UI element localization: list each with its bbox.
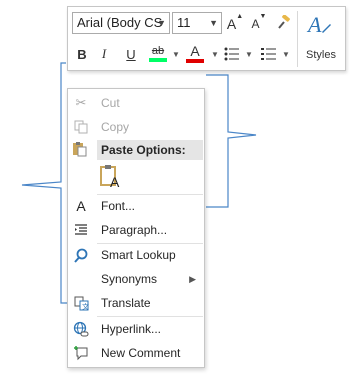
svg-text:文: 文: [82, 302, 89, 311]
styles-icon: A: [306, 12, 331, 37]
menu-item-paragraph[interactable]: Paragraph...: [68, 219, 204, 241]
menu-item-label: Copy: [101, 120, 130, 134]
font-size-value: 11: [177, 15, 191, 30]
format-painter-icon: [278, 15, 290, 29]
search-icon: [72, 246, 90, 264]
bold-icon: B: [77, 46, 87, 62]
menu-item-cut[interactable]: ✂ Cut: [68, 92, 204, 114]
font-name-combo[interactable]: Arial (Body CS ▼: [72, 12, 170, 34]
menu-item-new-comment[interactable]: New Comment: [68, 342, 204, 364]
chevron-down-icon: ▼: [245, 49, 253, 59]
scissors-icon: ✂: [75, 95, 87, 110]
shrink-font-icon: A: [251, 17, 260, 31]
menu-item-label: Hyperlink...: [101, 322, 162, 336]
format-painter-button[interactable]: [274, 12, 294, 34]
context-menu: ✂ Cut Copy Paste Options: A A Font... Pa…: [67, 88, 205, 368]
styles-label: Styles: [306, 49, 336, 61]
menu-item-font[interactable]: A Font...: [68, 195, 204, 217]
menu-separator: [97, 316, 203, 317]
right-bracket: [206, 74, 257, 208]
bold-button[interactable]: B: [74, 43, 90, 65]
italic-button[interactable]: I: [96, 43, 112, 65]
submenu-arrow-icon: ▶: [189, 273, 196, 284]
menu-item-label: Synonyms: [101, 272, 158, 286]
menu-item-smart-lookup[interactable]: Smart Lookup: [68, 244, 204, 266]
menu-item-label: Font...: [101, 199, 136, 213]
menu-item-copy[interactable]: Copy: [68, 116, 204, 138]
numbering-dropdown[interactable]: ▼: [280, 43, 290, 65]
mini-toolbar: Arial (Body CS ▼ 11 ▼ A ▲ A ▼ A Styles B I…: [67, 6, 346, 71]
menu-item-label: Smart Lookup: [101, 248, 176, 262]
chevron-down-icon[interactable]: ▼: [157, 13, 166, 33]
comment-icon: [72, 344, 90, 362]
toolbar-divider: [297, 11, 298, 67]
paste-options-label: Paste Options:: [101, 143, 186, 157]
copy-icon: [72, 118, 90, 136]
left-bracket: [21, 62, 68, 304]
highlight-color-swatch: [149, 57, 167, 62]
paste-text-only-icon: A: [100, 165, 120, 190]
font-icon: A: [76, 198, 86, 214]
menu-item-hyperlink[interactable]: Hyperlink...: [68, 318, 204, 340]
link-icon: [72, 320, 90, 338]
underline-icon: U: [126, 46, 136, 62]
font-color-dropdown[interactable]: ▼: [209, 43, 219, 65]
chevron-down-icon: ▼: [211, 49, 219, 59]
chevron-down-icon: ▼: [282, 49, 290, 59]
svg-text:A: A: [110, 174, 120, 189]
highlight-button[interactable]: ab: [147, 40, 169, 66]
shrink-font-button[interactable]: A ▼: [251, 13, 267, 35]
paste-options-header: Paste Options:: [97, 140, 203, 160]
bullets-icon: [224, 47, 239, 61]
styles-button[interactable]: A: [304, 11, 334, 41]
chevron-down-icon: ▼: [172, 49, 180, 59]
font-color-icon: A: [190, 43, 200, 59]
svg-text:A: A: [306, 12, 322, 37]
grow-font-button[interactable]: A ▲: [227, 13, 243, 35]
clipboard-icon: [72, 141, 90, 159]
paste-keep-text-only-button[interactable]: A: [99, 165, 123, 190]
numbering-icon: [261, 48, 276, 60]
translate-icon: 文: [72, 294, 90, 312]
numbering-button[interactable]: [260, 43, 278, 65]
font-size-combo[interactable]: 11 ▼: [172, 12, 222, 34]
font-name-value: Arial (Body CS: [77, 15, 163, 30]
menu-item-label: Translate: [101, 296, 151, 310]
font-color-button[interactable]: A: [184, 40, 206, 66]
italic-icon: I: [101, 46, 107, 61]
menu-item-translate[interactable]: 文 Translate: [68, 292, 204, 314]
underline-button[interactable]: U: [123, 43, 139, 65]
menu-item-synonyms[interactable]: Synonyms ▶: [68, 268, 204, 290]
chevron-down-icon[interactable]: ▼: [209, 13, 218, 33]
highlight-icon: ab: [151, 44, 165, 57]
menu-item-label: New Comment: [101, 346, 181, 360]
bullets-dropdown[interactable]: ▼: [243, 43, 253, 65]
bullets-button[interactable]: [223, 43, 241, 65]
paragraph-icon: [72, 221, 90, 239]
menu-item-label: Cut: [101, 96, 120, 110]
highlight-dropdown[interactable]: ▼: [170, 43, 180, 65]
font-color-swatch: [186, 59, 204, 63]
menu-item-label: Paragraph...: [101, 223, 168, 237]
grow-font-icon: A: [226, 16, 237, 32]
